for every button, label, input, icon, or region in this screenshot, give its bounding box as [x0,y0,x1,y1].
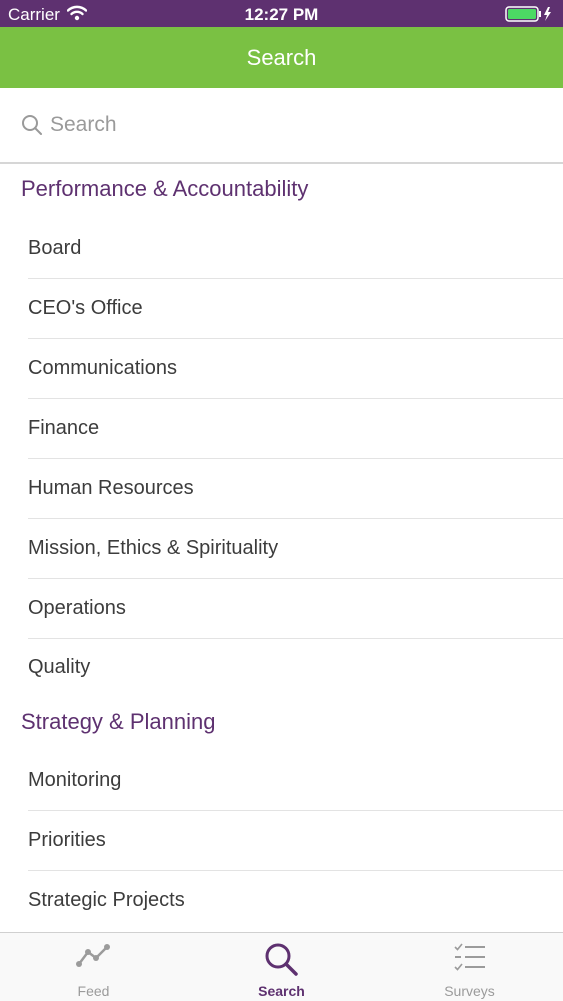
list-item-label: Strategic Projects [28,889,185,911]
list-item-label: Human Resources [28,477,194,499]
list-item-label: Finance [28,417,100,439]
navigation-bar: Search [0,27,563,88]
tab-surveys[interactable]: Surveys [376,933,563,1001]
list-item-label: Board [28,237,82,259]
search-icon [188,942,375,983]
page-title: Search [246,45,317,70]
list-item[interactable]: CEO's Office [28,278,563,339]
search-input[interactable] [50,110,530,140]
search-bar [0,88,563,164]
list-item[interactable]: Operations [28,578,563,639]
list-item[interactable]: Human Resources [28,458,563,519]
list-item[interactable]: Communications [28,338,563,399]
line-chart-icon [0,942,187,977]
tab-surveys-label: Surveys [444,983,495,999]
list-item[interactable]: Strategic Projects [28,870,563,930]
list-item[interactable]: Priorities [28,810,563,871]
tab-search-label: Search [258,983,305,999]
list-item[interactable]: Board [28,218,563,279]
section-header-strategy: Strategy & Planning [21,709,216,734]
list-item-label: CEO's Office [28,297,143,319]
search-icon [21,114,43,141]
checklist-icon [376,942,563,977]
status-time: 12:27 PM [244,5,319,24]
list-item-label: Operations [28,597,126,619]
tab-bar: Feed Search Surveys [0,932,563,1001]
list-item[interactable]: Mission, Ethics & Spirituality [28,518,563,579]
status-bar: Carrier 12:27 PM [0,0,563,27]
list-item-label: Mission, Ethics & Spirituality [28,537,279,559]
list-item-label: Quality [28,656,91,678]
tab-search[interactable]: Search [188,933,375,1001]
list-item[interactable]: Monitoring [28,750,563,811]
list-item-label: Communications [28,357,177,379]
tab-feed[interactable]: Feed [0,933,187,1001]
list-item-label: Monitoring [28,769,122,791]
section-header-performance: Performance & Accountability [21,176,309,201]
list-item[interactable]: Quality [28,637,563,697]
list-item-label: Priorities [28,829,106,851]
list-item[interactable]: Finance [28,398,563,459]
battery-icon [505,6,553,27]
tab-feed-label: Feed [77,983,110,999]
